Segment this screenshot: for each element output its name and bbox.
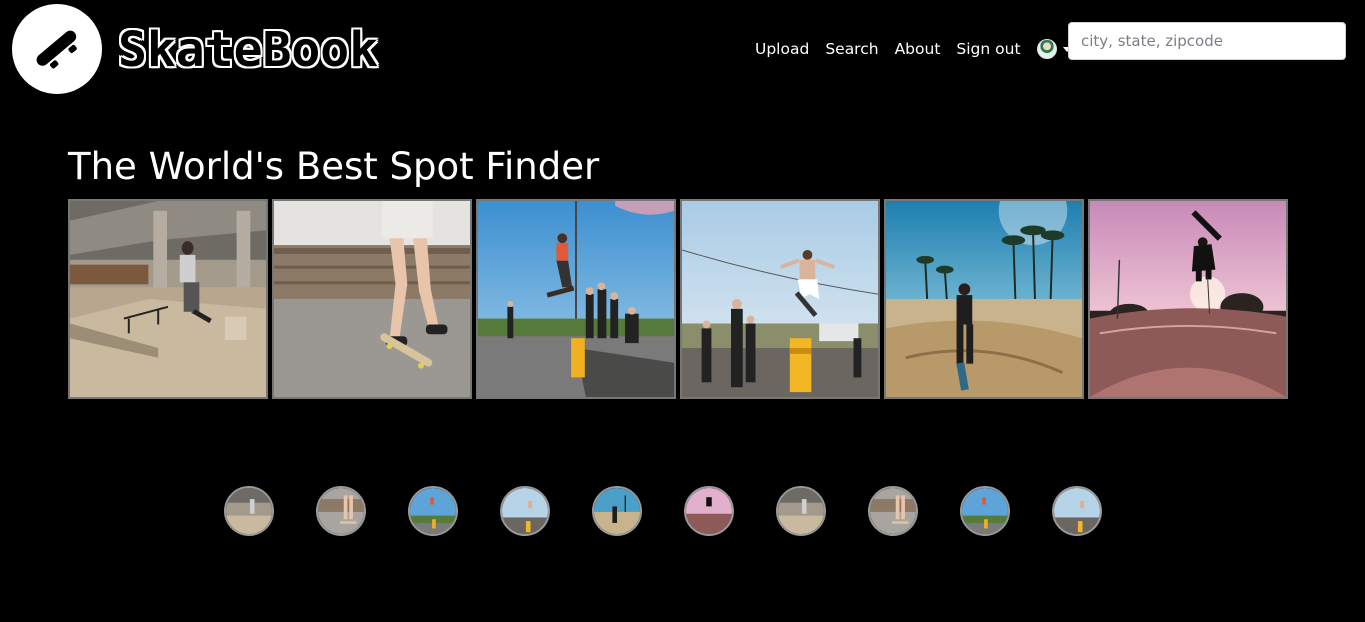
thumbnail[interactable] [960, 486, 1010, 536]
thumbnail[interactable] [868, 486, 918, 536]
thumbnail-image [870, 488, 916, 534]
thumbnail[interactable] [776, 486, 826, 536]
street-skater-image [274, 201, 470, 397]
thumbnail[interactable] [316, 486, 366, 536]
skater-jump-crowd-image [478, 201, 674, 397]
thumbnail-image [410, 488, 456, 534]
gallery-photo[interactable] [272, 199, 472, 399]
user-avatar-icon [1036, 39, 1057, 59]
nav-about-link[interactable]: About [895, 40, 941, 58]
nav-upload-link[interactable]: Upload [755, 40, 809, 58]
photo-gallery [68, 199, 1288, 399]
skatepark-palms-image [886, 201, 1082, 397]
user-menu-dropdown[interactable] [1036, 39, 1071, 59]
thumbnail-strip [224, 486, 1102, 536]
thumbnail-image [502, 488, 548, 534]
brand-logo[interactable] [12, 4, 102, 94]
brand-name[interactable]: SkateBook [118, 20, 378, 80]
gallery-photo[interactable] [884, 199, 1084, 399]
thumbnail-image [962, 488, 1008, 534]
nav-search-link[interactable]: Search [825, 40, 878, 58]
thumbnail-image [778, 488, 824, 534]
nav-signout-link[interactable]: Sign out [956, 40, 1020, 58]
gallery-photo[interactable] [476, 199, 676, 399]
thumbnail[interactable] [500, 486, 550, 536]
thumbnail-image [226, 488, 272, 534]
thumbnail-image [686, 488, 732, 534]
location-search-input[interactable] [1068, 22, 1346, 60]
thumbnail-image [1054, 488, 1100, 534]
gallery-photo[interactable] [68, 199, 268, 399]
navbar: SkateBook Upload Search About Sign out [0, 0, 1365, 100]
nav-links: Upload Search About Sign out [755, 38, 1071, 60]
thumbnail[interactable] [408, 486, 458, 536]
page-title: The World's Best Spot Finder [68, 145, 600, 188]
skater-jump-barrel-image [682, 201, 878, 397]
thumbnail-image [594, 488, 640, 534]
skatepark-rail-image [70, 201, 266, 397]
skateboard-icon [36, 30, 77, 69]
thumbnail[interactable] [684, 486, 734, 536]
gallery-photo[interactable] [1088, 199, 1288, 399]
thumbnail-image [318, 488, 364, 534]
bowl-air-sunset-image [1090, 201, 1286, 397]
gallery-photo[interactable] [680, 199, 880, 399]
thumbnail[interactable] [592, 486, 642, 536]
thumbnail[interactable] [1052, 486, 1102, 536]
thumbnail[interactable] [224, 486, 274, 536]
